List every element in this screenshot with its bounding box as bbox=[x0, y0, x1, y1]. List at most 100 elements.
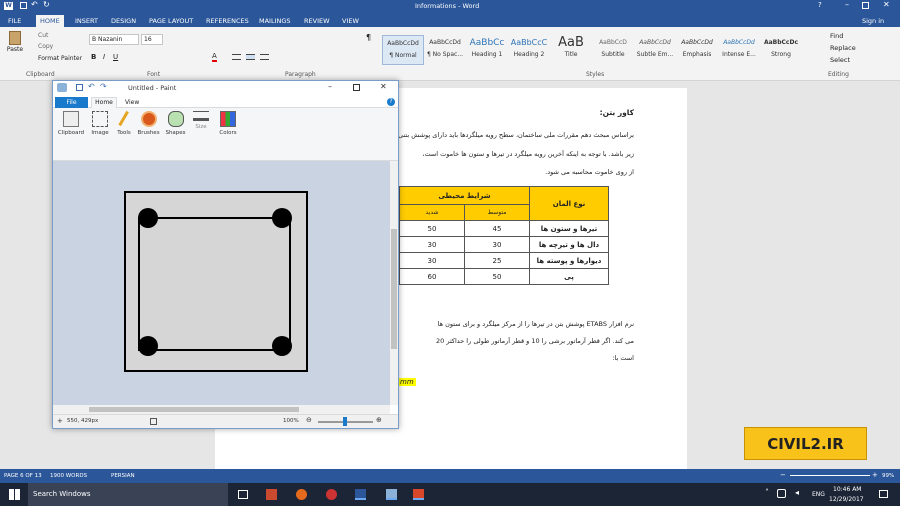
tab-file[interactable]: FILE bbox=[4, 15, 26, 27]
keyboard-language[interactable]: ENG bbox=[812, 491, 825, 498]
word-count[interactable]: 1900 WORDS bbox=[50, 473, 87, 479]
word-taskbar-icon[interactable] bbox=[355, 489, 366, 500]
presentation-icon[interactable] bbox=[326, 489, 337, 500]
save-icon[interactable] bbox=[20, 2, 27, 9]
task-view-icon[interactable] bbox=[238, 490, 248, 499]
undo-icon[interactable]: ↶ bbox=[31, 0, 38, 9]
network-icon[interactable] bbox=[777, 489, 786, 498]
paint-app-icon[interactable] bbox=[57, 83, 67, 92]
tools-tool[interactable]: Tools bbox=[113, 110, 135, 136]
minimize-icon[interactable]: – bbox=[845, 0, 849, 9]
tab-insert[interactable]: INSERT bbox=[71, 15, 102, 27]
shapes-tool[interactable]: Shapes bbox=[163, 111, 188, 136]
start-icon[interactable] bbox=[9, 489, 20, 500]
close-icon[interactable]: ✕ bbox=[883, 0, 890, 9]
paint-save-icon[interactable] bbox=[76, 84, 83, 91]
help-icon[interactable]: ? bbox=[818, 1, 822, 9]
paint-minimize-icon[interactable]: – bbox=[328, 82, 332, 91]
style-title[interactable]: AaB Title bbox=[550, 35, 592, 65]
clipboard-tool[interactable]: Clipboard bbox=[56, 111, 86, 136]
bold-button[interactable]: B bbox=[91, 53, 96, 61]
style-normal[interactable]: AaBbCcDd ¶ Normal bbox=[382, 35, 424, 65]
align-right-button[interactable] bbox=[260, 54, 269, 60]
underline-button[interactable]: U bbox=[113, 53, 118, 61]
tab-home[interactable]: HOME bbox=[36, 15, 64, 27]
paint-redo-icon[interactable]: ↷ bbox=[100, 82, 107, 91]
image-tool[interactable]: Image bbox=[88, 111, 112, 136]
colors-tool[interactable]: Colors bbox=[216, 111, 240, 136]
language-indicator[interactable]: PERSIAN bbox=[111, 473, 135, 479]
ribbon-tabs: FILE HOME INSERT DESIGN PAGE LAYOUT REFE… bbox=[0, 12, 900, 27]
style-heading-2[interactable]: AaBbCcC Heading 2 bbox=[508, 35, 550, 65]
find-button[interactable]: Find bbox=[830, 32, 843, 40]
style-subtitle[interactable]: AaBbCcD Subtitle bbox=[592, 35, 634, 65]
style-emphasis[interactable]: AaBbCcDd Emphasis bbox=[676, 35, 718, 65]
paint-drawing[interactable] bbox=[124, 191, 308, 372]
sign-in-link[interactable]: Sign in bbox=[858, 15, 888, 27]
tab-view[interactable]: VIEW bbox=[338, 15, 363, 27]
pilcrow-icon[interactable]: ¶ bbox=[366, 33, 371, 42]
style-subtle-emphasis[interactable]: AaBbCcDd Subtle Em... bbox=[634, 35, 676, 65]
italic-button[interactable]: I bbox=[103, 53, 105, 61]
brushes-tool[interactable]: Brushes bbox=[136, 111, 161, 136]
copy-button[interactable]: Copy bbox=[38, 43, 53, 50]
tab-page-layout[interactable]: PAGE LAYOUT bbox=[145, 15, 197, 27]
tab-review[interactable]: REVIEW bbox=[300, 15, 334, 27]
paint-tab-view[interactable]: View bbox=[125, 97, 139, 108]
paint-undo-icon[interactable]: ↶ bbox=[88, 82, 95, 91]
paint-close-icon[interactable]: ✕ bbox=[380, 82, 387, 91]
hscroll-thumb[interactable] bbox=[89, 407, 299, 412]
search-box[interactable]: Search Windows bbox=[28, 483, 228, 506]
align-left-button[interactable] bbox=[232, 54, 241, 60]
clock-date[interactable]: 12/29/2017 bbox=[829, 496, 864, 503]
replace-button[interactable]: Replace bbox=[830, 44, 856, 52]
font-name-select[interactable]: B Nazanin bbox=[89, 34, 139, 45]
notifications-icon[interactable] bbox=[879, 490, 888, 498]
page-count[interactable]: PAGE 6 OF 13 bbox=[4, 473, 42, 479]
paint-canvas-area bbox=[53, 161, 390, 405]
paint-help-icon[interactable]: ? bbox=[387, 98, 395, 106]
style-intense-emphasis[interactable]: AaBbCcDd Intense E... bbox=[718, 35, 760, 65]
tab-design[interactable]: DESIGN bbox=[107, 15, 140, 27]
redo-icon[interactable]: ↻ bbox=[43, 0, 50, 9]
zoom-in-icon[interactable]: + bbox=[872, 471, 878, 479]
font-size-select[interactable]: 16 bbox=[141, 34, 163, 45]
taskbar-app-icon[interactable] bbox=[266, 489, 277, 500]
select-button[interactable]: Select bbox=[830, 56, 850, 64]
tab-references[interactable]: REFERENCES bbox=[202, 15, 253, 27]
zoom-in-button[interactable]: ⊕ bbox=[376, 416, 382, 424]
style-no-spacing[interactable]: AaBbCcDd ¶ No Spac... bbox=[424, 35, 466, 65]
paint-tab-file[interactable]: File bbox=[55, 97, 88, 108]
paint-taskbar-icon[interactable] bbox=[386, 489, 397, 500]
tray-chevron-icon[interactable]: ˄ bbox=[765, 488, 769, 497]
font-color-button[interactable]: A bbox=[212, 52, 217, 62]
style-heading-1[interactable]: AaBbCc Heading 1 bbox=[466, 35, 508, 65]
word-zoom-slider[interactable] bbox=[790, 475, 870, 476]
volume-icon[interactable]: ◂ bbox=[795, 488, 799, 497]
table-row: دال ها و تیرچه ها 30 30 bbox=[387, 236, 609, 253]
paint-maximize-icon[interactable] bbox=[353, 84, 360, 91]
scroll-thumb[interactable] bbox=[391, 229, 397, 349]
paint-window[interactable]: ↶ ↷ Untitled - Paint – ✕ File Home View … bbox=[52, 80, 399, 429]
zoom-out-icon[interactable]: − bbox=[780, 471, 786, 479]
style-strong[interactable]: AaBbCcDc Strong bbox=[760, 35, 802, 65]
format-painter-button[interactable]: Format Painter bbox=[38, 55, 82, 62]
clock-time[interactable]: 10:46 AM bbox=[833, 486, 861, 493]
firefox-icon[interactable] bbox=[296, 489, 307, 500]
doc-para1-line3: از روی خاموت محاسبه می شود. bbox=[545, 168, 634, 176]
maximize-icon[interactable] bbox=[862, 2, 869, 9]
word-zoom-level[interactable]: 99% bbox=[882, 473, 894, 479]
size-tool[interactable]: Size bbox=[190, 111, 212, 130]
paint-tab-home[interactable]: Home bbox=[91, 97, 117, 108]
paint-horizontal-scrollbar[interactable] bbox=[53, 405, 390, 414]
align-center-button[interactable] bbox=[246, 54, 255, 60]
paint-vertical-scrollbar[interactable] bbox=[390, 161, 398, 405]
col-element-type: نوع المان bbox=[529, 186, 609, 221]
tab-mailings[interactable]: MAILINGS bbox=[255, 15, 295, 27]
word-logo-icon[interactable]: W bbox=[4, 2, 13, 10]
paste-button[interactable]: Paste bbox=[4, 31, 26, 53]
zoom-slider-thumb[interactable] bbox=[343, 417, 347, 426]
recorder-taskbar-icon[interactable] bbox=[413, 489, 424, 500]
zoom-out-button[interactable]: ⊖ bbox=[306, 416, 312, 424]
cut-button[interactable]: Cut bbox=[38, 32, 48, 39]
